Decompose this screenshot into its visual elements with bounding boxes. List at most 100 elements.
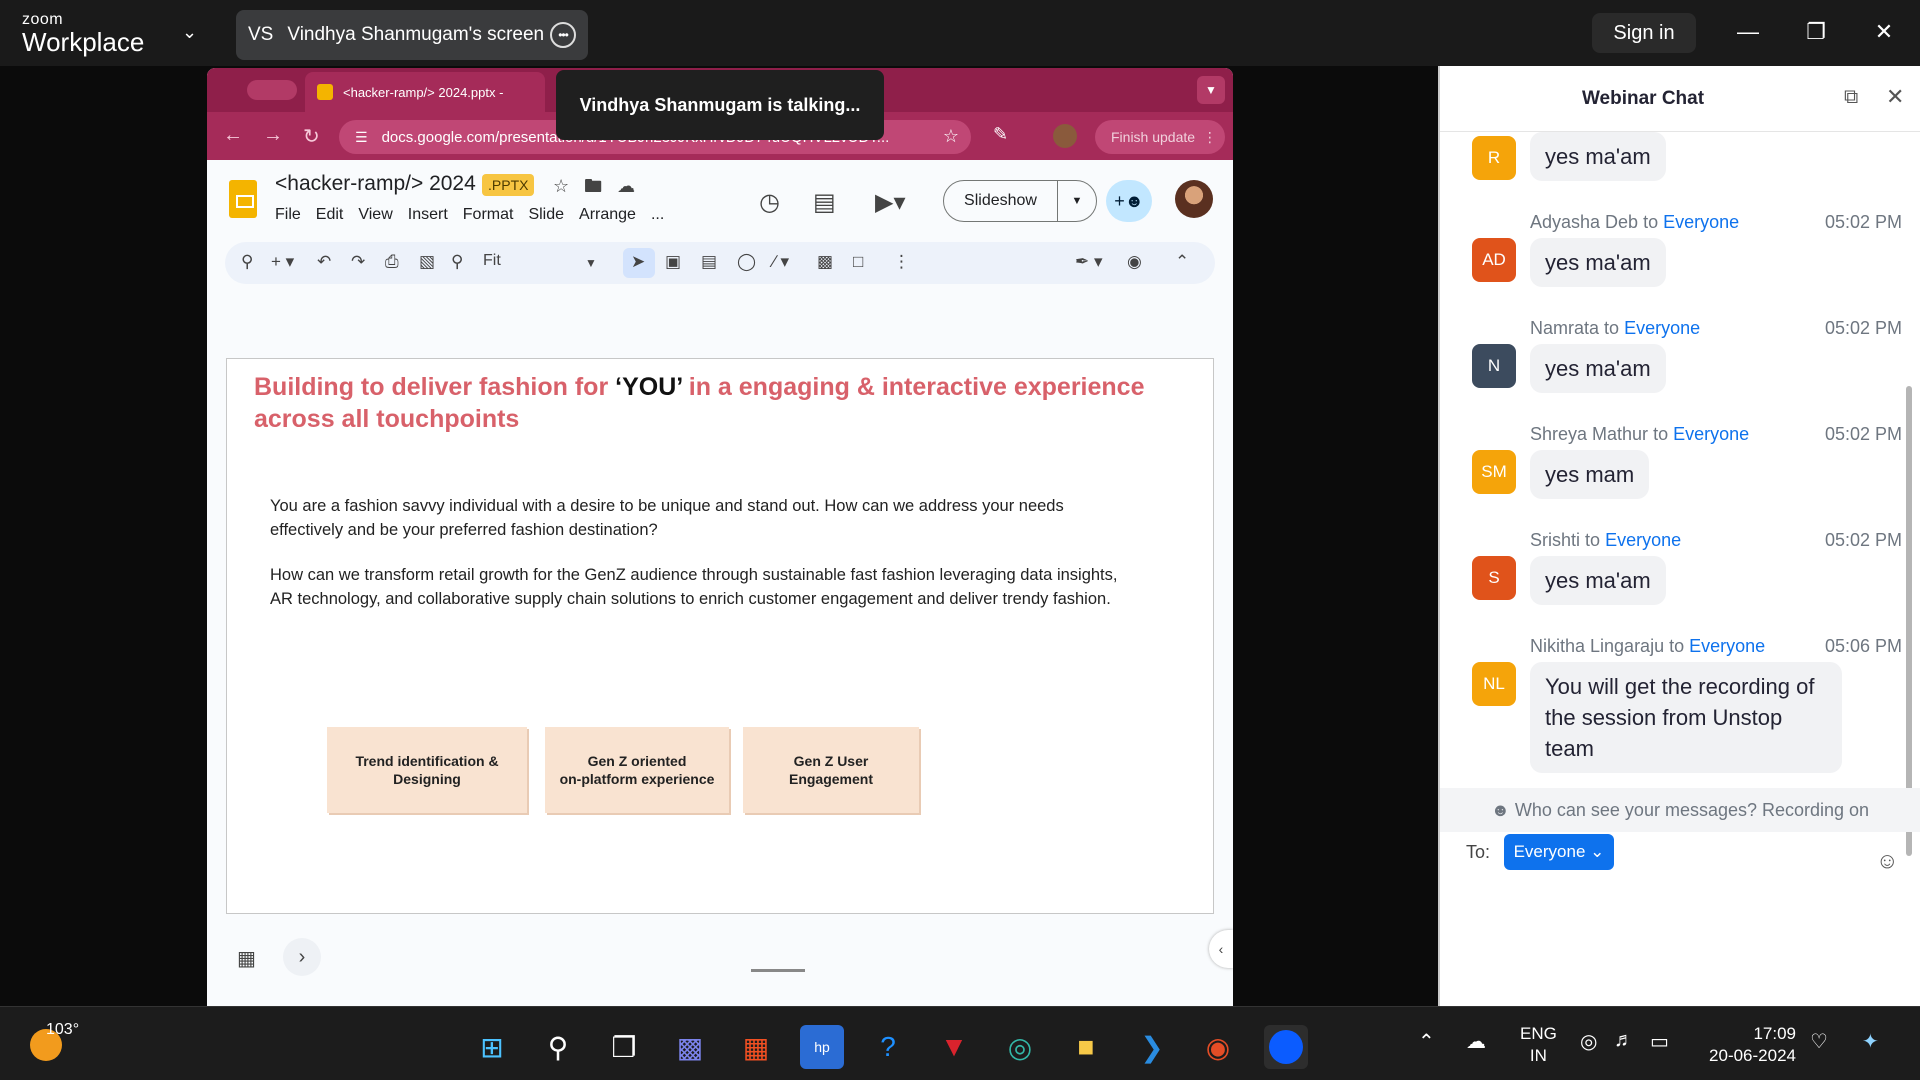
notifications-icon[interactable]: ♡ [1810, 1029, 1828, 1054]
sign-in-button[interactable]: Sign in [1592, 13, 1696, 53]
emoji-icon[interactable]: ☺ [1876, 848, 1898, 874]
message-bubble[interactable]: yes ma'am [1530, 132, 1666, 181]
pen-icon[interactable]: ✒ ▾ [1075, 252, 1103, 272]
show-hidden-icons[interactable]: ⌃ [1418, 1029, 1435, 1054]
star-icon[interactable]: ☆ [553, 176, 569, 196]
teams-icon[interactable]: ▩ [668, 1025, 712, 1069]
chrome-icon[interactable]: ◉ [1196, 1025, 1240, 1069]
chevron-down-icon[interactable]: ⌄ [182, 22, 197, 43]
recipient-link[interactable]: Everyone [1663, 212, 1739, 232]
menu-view[interactable]: View [358, 206, 392, 224]
paint-format-icon[interactable]: ▧ [419, 252, 435, 272]
extensions-icon[interactable]: ✎ [993, 124, 1008, 145]
network-icon[interactable]: ◎ [1580, 1029, 1597, 1054]
comments-icon[interactable]: ▤ [813, 188, 836, 217]
clock[interactable]: 17:09 20-06-2024 [1700, 1023, 1796, 1067]
restore-icon[interactable]: ❐ [1796, 14, 1836, 50]
volume-icon[interactable]: ♬ [1614, 1029, 1634, 1052]
filmstrip-handle[interactable] [751, 969, 805, 972]
video-icon[interactable]: ▩ [817, 252, 833, 272]
message-bubble[interactable]: yes ma'am [1530, 238, 1666, 287]
zoom-app-icon[interactable] [1264, 1025, 1308, 1069]
recipient-link[interactable]: Everyone [1605, 530, 1681, 550]
new-slide-icon[interactable]: + ▾ [271, 252, 294, 272]
more-vert-icon[interactable]: ⋮ [893, 252, 910, 272]
help-icon[interactable]: ? [866, 1025, 910, 1069]
more-options-icon[interactable]: ••• [550, 22, 576, 48]
minimize-icon[interactable]: — [1728, 14, 1768, 50]
share-button[interactable]: +☻ [1106, 180, 1152, 222]
recipient-link[interactable]: Everyone [1624, 318, 1700, 338]
slideshow-label[interactable]: Slideshow [944, 181, 1058, 221]
mcafee-icon[interactable]: ▼ [932, 1025, 976, 1069]
zoom-icon[interactable]: ⚲ [451, 252, 463, 272]
onedrive-icon[interactable]: ☁ [1466, 1029, 1486, 1054]
recipient-link[interactable]: Everyone [1689, 636, 1765, 656]
redo-icon[interactable]: ↷ [351, 252, 365, 272]
store-icon[interactable]: ▦ [734, 1025, 778, 1069]
history-icon[interactable]: ◷ [759, 188, 780, 217]
move-folder-icon[interactable]: 🖿 [584, 176, 602, 196]
record-icon[interactable]: ◉ [1127, 252, 1142, 272]
grid-view-icon[interactable]: ▦ [237, 946, 256, 971]
search-icon[interactable]: ⚲ [536, 1025, 580, 1069]
chevron-down-icon[interactable]: ▼ [585, 256, 597, 270]
file-explorer-icon[interactable]: ■ [1064, 1025, 1108, 1069]
menu-format[interactable]: Format [463, 206, 514, 224]
chevron-left-icon[interactable]: ‹ [1209, 930, 1233, 968]
profile-avatar[interactable] [1053, 124, 1077, 148]
close-icon[interactable]: ✕ [1886, 84, 1904, 110]
chat-scrollbar[interactable] [1906, 386, 1912, 856]
message-bubble[interactable]: yes mam [1530, 450, 1650, 499]
meet-video-icon[interactable]: ▶▾ [875, 188, 906, 217]
start-icon[interactable]: ⊞ [470, 1025, 514, 1069]
recipient-link[interactable]: Everyone [1673, 424, 1749, 444]
image-icon[interactable]: ▤ [701, 252, 717, 272]
cloud-saved-icon[interactable]: ☁ [617, 176, 635, 196]
browser-tab[interactable]: <hacker-ramp/> 2024.pptx - [305, 72, 545, 112]
vscode-icon[interactable]: ❯ [1130, 1025, 1174, 1069]
menu-arrange[interactable]: Arrange [579, 206, 636, 224]
chevron-right-icon[interactable]: › [283, 938, 321, 976]
slide[interactable]: Building to deliver fashion for ‘YOU’ in… [226, 358, 1214, 914]
popout-icon[interactable]: ⧉ [1844, 86, 1858, 109]
menu-slide[interactable]: Slide [528, 206, 564, 224]
tab-search-icon[interactable]: ▼ [1197, 76, 1225, 104]
menu-insert[interactable]: Insert [408, 206, 448, 224]
site-info-icon[interactable]: ☰ [355, 129, 368, 146]
close-icon[interactable]: ✕ [1864, 14, 1904, 50]
battery-icon[interactable]: ▭ [1650, 1029, 1669, 1054]
message-bubble[interactable]: yes ma'am [1530, 556, 1666, 605]
copilot-icon[interactable]: ✦ [1862, 1029, 1879, 1054]
bookmark-star-icon[interactable]: ☆ [943, 126, 959, 147]
menu-file[interactable]: File [275, 206, 301, 224]
slides-logo-icon[interactable] [229, 180, 257, 218]
message-bubble[interactable]: You will get the recording of the sessio… [1530, 662, 1842, 773]
menu-edit[interactable]: Edit [316, 206, 344, 224]
text-box-icon[interactable]: ▣ [665, 252, 681, 272]
comment-add-icon[interactable]: □ [853, 252, 863, 272]
forward-icon[interactable]: → [263, 124, 283, 147]
search-icon[interactable]: ⚲ [241, 252, 253, 272]
temperature[interactable]: 103° [46, 1021, 79, 1039]
print-icon[interactable]: ⎙ [385, 252, 399, 272]
chevron-down-icon[interactable]: ▼ [1058, 195, 1096, 207]
cursor-icon[interactable]: ➤ [631, 252, 645, 272]
recipient-select[interactable]: Everyone ⌄ [1504, 834, 1614, 870]
menu-more[interactable]: ... [651, 206, 664, 224]
message-bubble[interactable]: yes ma'am [1530, 344, 1666, 393]
slideshow-button[interactable]: Slideshow ▼ [943, 180, 1097, 222]
document-title[interactable]: <hacker-ramp/> 2024 [275, 172, 476, 196]
shape-icon[interactable]: ◯ [737, 252, 756, 272]
visibility-notice[interactable]: ☻ Who can see your messages? Recording o… [1440, 788, 1920, 832]
zoom-select[interactable]: Fit [483, 252, 501, 270]
input-language[interactable]: ENG IN [1520, 1023, 1557, 1067]
collapse-toolbar-icon[interactable]: ⌃ [1175, 252, 1189, 272]
myhp-icon[interactable]: hp [800, 1025, 844, 1069]
back-icon[interactable]: ← [223, 124, 243, 147]
reload-icon[interactable]: ↻ [303, 124, 320, 149]
edge-icon[interactable]: ◎ [998, 1025, 1042, 1069]
finish-update-button[interactable]: Finish update ⋮ [1095, 120, 1225, 154]
task-view-icon[interactable]: ❐ [602, 1025, 646, 1069]
screen-share-indicator[interactable]: VS Vindhya Shanmugam's screen ••• [236, 10, 588, 60]
